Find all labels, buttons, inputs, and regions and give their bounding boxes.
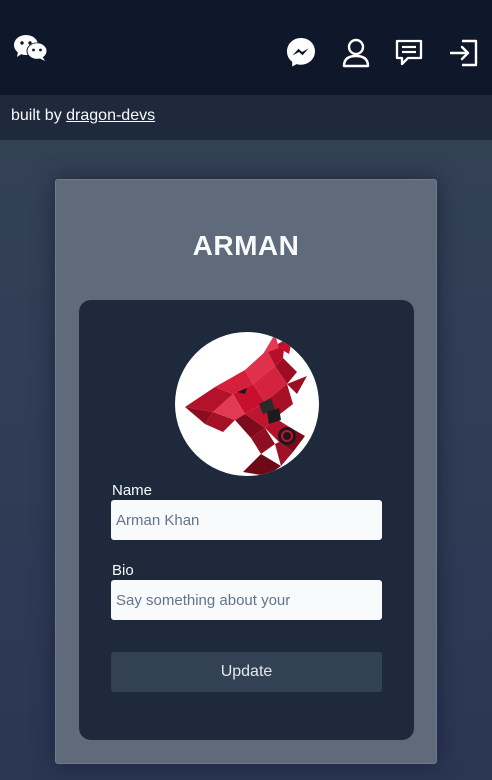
name-label: Name <box>112 482 153 499</box>
wechat-icon[interactable] <box>14 34 48 62</box>
update-button[interactable]: Update <box>111 652 382 692</box>
avatar[interactable] <box>175 332 319 476</box>
user-icon[interactable] <box>342 38 370 68</box>
login-icon[interactable] <box>448 38 480 68</box>
messenger-icon[interactable] <box>286 37 316 67</box>
credits-bar: built by dragon-devs <box>0 95 492 140</box>
bio-input[interactable] <box>111 580 382 620</box>
dragon-devs-link[interactable]: dragon-devs <box>66 107 155 124</box>
name-input[interactable] <box>111 500 382 540</box>
profile-title: ARMAN <box>192 230 300 261</box>
bio-label: Bio <box>112 562 134 579</box>
credits-text: built by dragon-devs <box>11 107 155 125</box>
dragon-avatar-image <box>185 334 307 476</box>
top-navbar <box>0 0 492 95</box>
message-icon[interactable] <box>394 38 424 68</box>
credits-prefix: built by <box>11 107 62 124</box>
